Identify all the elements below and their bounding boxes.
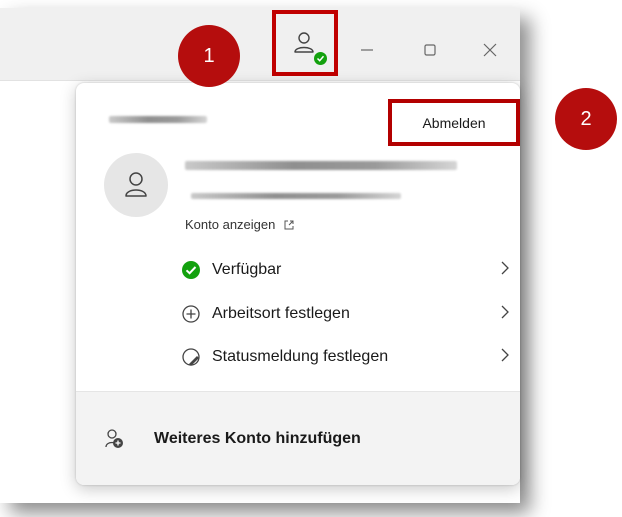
- redacted-user-name: [185, 161, 457, 170]
- person-icon: [125, 172, 147, 197]
- view-account-label: Konto anzeigen: [185, 217, 276, 232]
- add-account-button[interactable]: Weiteres Konto hinzufügen: [104, 417, 494, 461]
- presence-available-icon: [312, 50, 329, 67]
- annotation-badge-1: 1: [178, 25, 240, 87]
- menu-item-label: Arbeitsort festlegen: [212, 305, 350, 322]
- available-check-icon: [180, 259, 202, 281]
- annotation-badge-2: 2: [555, 88, 617, 150]
- avatar: [104, 153, 168, 217]
- flyout-footer: Weiteres Konto hinzufügen: [76, 391, 520, 485]
- close-icon: [483, 43, 497, 57]
- account-flyout: Abmelden Konto anzeigen Verfügbar Arbeit…: [76, 83, 520, 485]
- menu-item-available[interactable]: Verfügbar: [180, 255, 510, 285]
- account-button[interactable]: [272, 10, 338, 76]
- location-pin-icon: [180, 303, 202, 325]
- signout-button[interactable]: Abmelden: [388, 99, 520, 146]
- redacted-org-name: [109, 116, 207, 123]
- external-link-icon: [284, 220, 294, 229]
- add-person-icon: [105, 429, 123, 448]
- chevron-right-icon: [500, 260, 510, 281]
- redacted-user-email: [191, 193, 401, 199]
- minimize-button[interactable]: [347, 30, 387, 70]
- menu-item-set-status-message[interactable]: Statusmeldung festlegen: [180, 342, 510, 372]
- chevron-right-icon: [500, 304, 510, 325]
- maximize-button[interactable]: [410, 30, 450, 70]
- view-account-link[interactable]: Konto anzeigen: [185, 217, 295, 232]
- title-bar: [0, 8, 520, 81]
- add-account-label: Weiteres Konto hinzufügen: [154, 430, 361, 447]
- chevron-right-icon: [500, 347, 510, 368]
- menu-item-label: Verfügbar: [212, 261, 282, 278]
- status-message-icon: [180, 346, 202, 368]
- maximize-icon: [424, 44, 436, 56]
- close-button[interactable]: [470, 30, 510, 70]
- menu-item-label: Statusmeldung festlegen: [212, 348, 389, 365]
- minimize-icon: [361, 49, 373, 51]
- menu-item-set-work-location[interactable]: Arbeitsort festlegen: [180, 299, 510, 329]
